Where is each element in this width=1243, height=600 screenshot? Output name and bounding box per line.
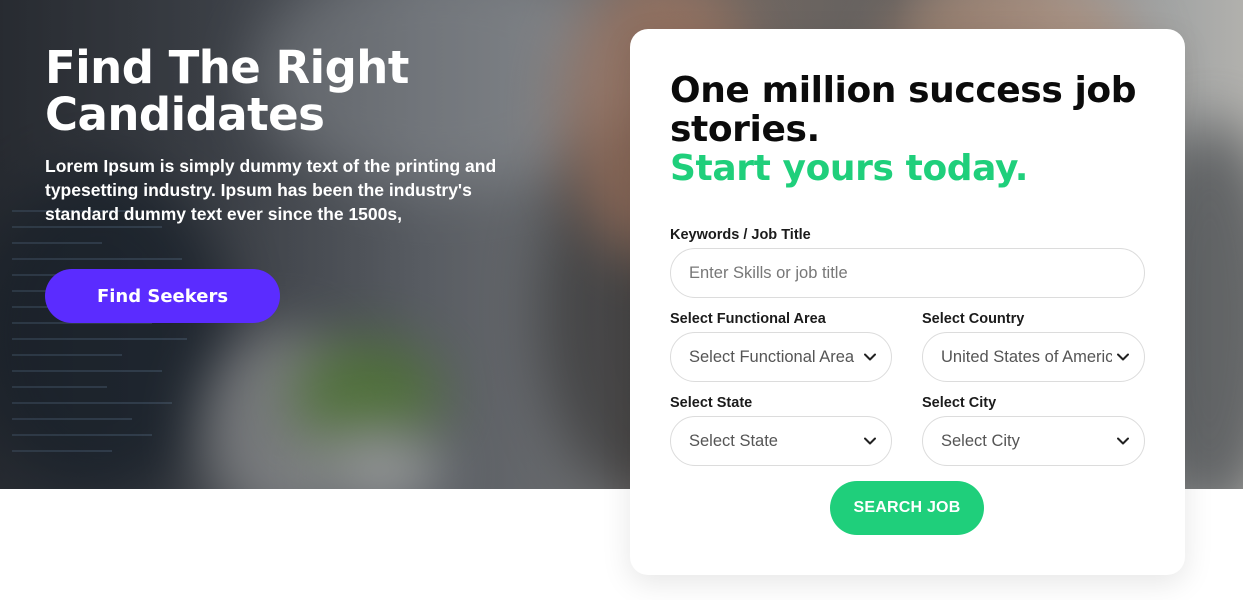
chevron-down-icon	[1112, 437, 1134, 445]
country-value: United States of America	[941, 347, 1112, 366]
hero-description: Lorem Ipsum is simply dummy text of the …	[45, 156, 497, 224]
find-seekers-button[interactable]: Find Seekers	[45, 269, 280, 323]
search-card-heading-main: One million success job stories.	[670, 70, 1137, 150]
search-card-heading: One million success job stories. Start y…	[670, 71, 1150, 188]
search-job-button[interactable]: SEARCH JOB	[830, 481, 984, 535]
state-select[interactable]: Select State	[670, 416, 892, 466]
chevron-down-icon	[859, 437, 881, 445]
country-label: Select Country	[922, 311, 1025, 327]
state-value: Select State	[689, 431, 778, 450]
city-value: Select City	[941, 431, 1020, 450]
keywords-input[interactable]	[689, 249, 1144, 297]
city-label: Select City	[922, 395, 997, 411]
country-select[interactable]: United States of America	[922, 332, 1145, 382]
city-select[interactable]: Select City	[922, 416, 1145, 466]
chevron-down-icon	[1112, 353, 1134, 361]
functional-area-label: Select Functional Area	[670, 311, 826, 327]
functional-area-select[interactable]: Select Functional Area	[670, 332, 892, 382]
state-label: Select State	[670, 395, 753, 411]
functional-area-value: Select Functional Area	[689, 347, 855, 366]
job-search-card: One million success job stories. Start y…	[630, 29, 1185, 575]
search-card-heading-accent: Start yours today.	[670, 148, 1029, 189]
hero-title: Find The Right Candidates	[45, 41, 409, 141]
chevron-down-icon	[859, 353, 881, 361]
keywords-field	[670, 248, 1145, 298]
keywords-label: Keywords / Job Title	[670, 227, 811, 243]
